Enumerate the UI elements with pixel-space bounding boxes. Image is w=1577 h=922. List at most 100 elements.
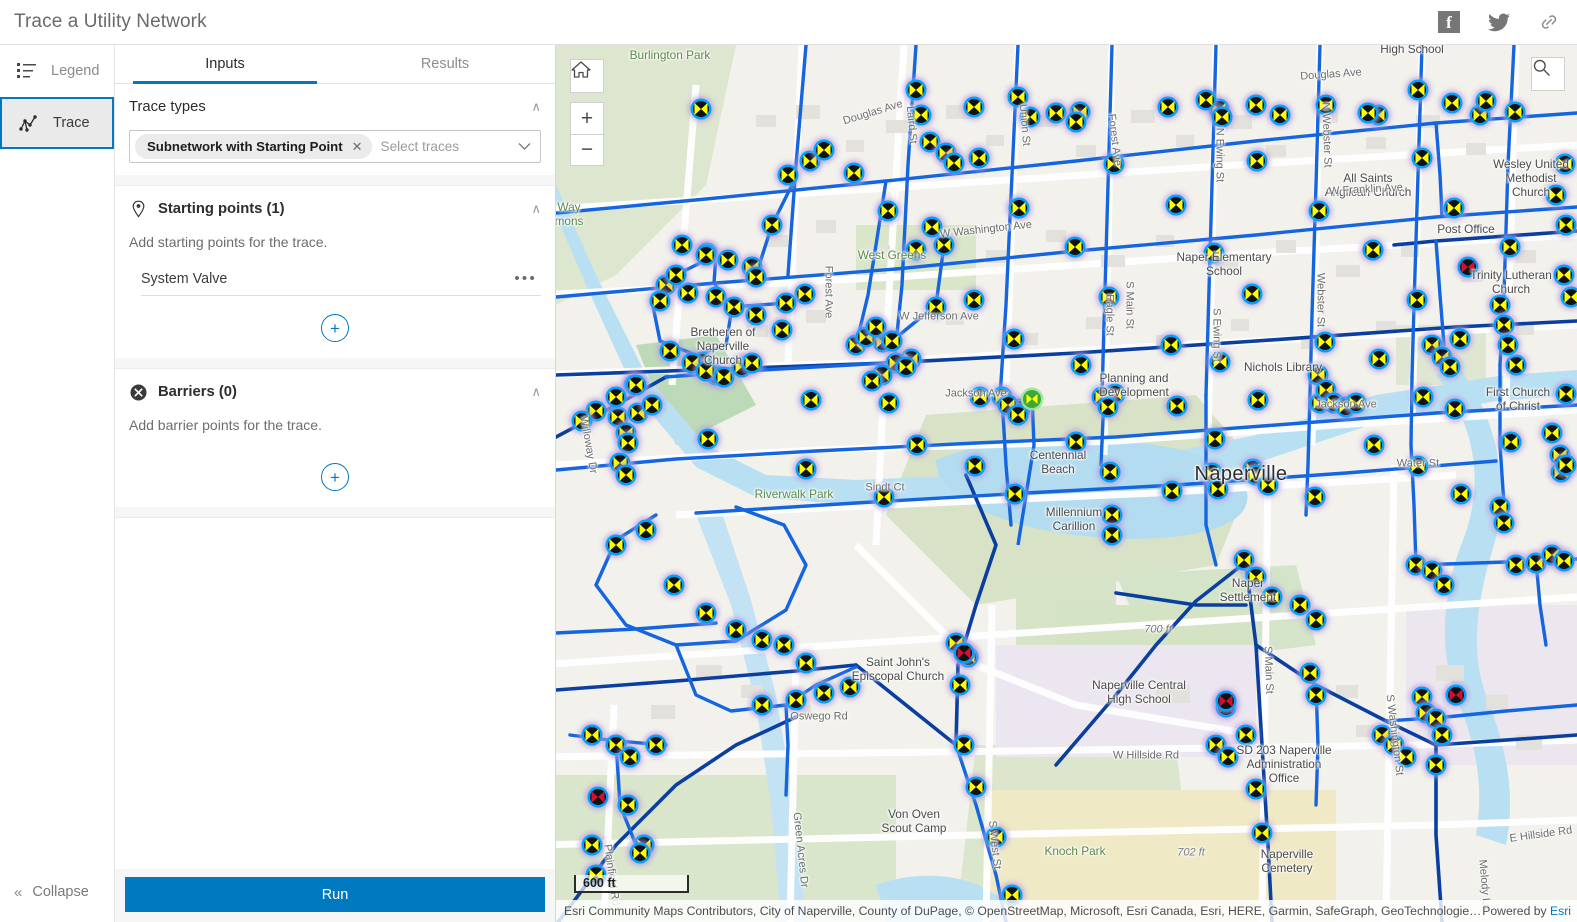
trace-types-header[interactable]: Trace types ∧ <box>129 84 541 130</box>
add-starting-point-button[interactable]: + <box>321 314 349 342</box>
valve-open-marker[interactable] <box>693 242 719 268</box>
more-options-icon[interactable]: ••• <box>514 270 537 287</box>
valve-open-marker[interactable] <box>1159 478 1185 504</box>
valve-open-marker[interactable] <box>743 264 769 290</box>
valve-open-marker[interactable] <box>1243 92 1269 118</box>
valve-open-marker[interactable] <box>1539 420 1565 446</box>
valve-open-marker[interactable] <box>983 824 1009 850</box>
valve-open-marker[interactable] <box>1063 109 1089 135</box>
valve-open-marker[interactable] <box>1553 381 1577 407</box>
valve-open-marker[interactable] <box>1497 234 1523 260</box>
valve-open-marker[interactable] <box>1063 429 1089 455</box>
valve-open-marker[interactable] <box>893 354 919 380</box>
valve-open-marker[interactable] <box>923 294 949 320</box>
valve-open-marker[interactable] <box>1017 104 1043 130</box>
valve-open-marker[interactable] <box>1205 476 1231 502</box>
valve-open-marker[interactable] <box>1360 237 1386 263</box>
valve-open-marker[interactable] <box>903 77 929 103</box>
valve-open-marker[interactable] <box>1491 510 1517 536</box>
valve-open-marker[interactable] <box>1495 332 1521 358</box>
tab-inputs[interactable]: Inputs <box>115 45 335 84</box>
valve-open-marker[interactable] <box>908 102 934 128</box>
facebook-icon[interactable]: f <box>1437 10 1461 34</box>
valve-open-marker[interactable] <box>919 214 945 240</box>
valve-open-marker[interactable] <box>1306 198 1332 224</box>
valve-open-marker[interactable] <box>627 840 653 866</box>
valve-open-marker[interactable] <box>961 94 987 120</box>
valve-open-marker[interactable] <box>1164 393 1190 419</box>
valve-open-marker[interactable] <box>603 532 629 558</box>
valve-open-marker[interactable] <box>962 453 988 479</box>
valve-open-marker[interactable] <box>693 600 719 626</box>
esri-link[interactable]: Esri <box>1550 904 1571 918</box>
valve-open-marker[interactable] <box>633 517 659 543</box>
valve-open-marker[interactable] <box>1441 195 1467 221</box>
valve-open-marker[interactable] <box>1361 432 1387 458</box>
trace-types-select[interactable]: Subnetwork with Starting Point ✕ Select … <box>129 130 541 163</box>
valve-open-marker[interactable] <box>663 262 689 288</box>
valve-open-marker[interactable] <box>1423 752 1449 778</box>
valve-open-marker[interactable] <box>1001 326 1027 352</box>
valve-open-marker[interactable] <box>1343 390 1369 416</box>
valve-open-marker[interactable] <box>661 572 687 598</box>
valve-open-marker[interactable] <box>875 198 901 224</box>
valve-open-marker[interactable] <box>775 162 801 188</box>
valve-open-marker[interactable] <box>1439 90 1465 116</box>
valve-open-marker[interactable] <box>1101 151 1127 177</box>
valve-open-marker[interactable] <box>1096 284 1122 310</box>
valve-open-marker[interactable] <box>1239 281 1265 307</box>
valve-open-marker[interactable] <box>1097 459 1123 485</box>
valve-open-marker[interactable] <box>904 432 930 458</box>
valve-open-marker[interactable] <box>1062 234 1088 260</box>
valve-open-marker[interactable] <box>1155 94 1181 120</box>
twitter-icon[interactable] <box>1487 10 1511 34</box>
valve-open-marker[interactable] <box>1313 92 1339 118</box>
valve-open-marker[interactable] <box>1249 820 1275 846</box>
valve-open-marker[interactable] <box>1303 682 1329 708</box>
valve-open-marker[interactable] <box>1558 284 1577 310</box>
valve-open-marker[interactable] <box>811 680 837 706</box>
valve-open-marker[interactable] <box>1215 744 1241 770</box>
valve-open-marker[interactable] <box>1473 88 1499 114</box>
valve-open-marker[interactable] <box>1355 100 1381 126</box>
valve-open-marker[interactable] <box>1410 384 1436 410</box>
home-button[interactable] <box>570 59 604 93</box>
valve-open-marker[interactable] <box>643 732 669 758</box>
valve-open-marker[interactable] <box>1095 394 1121 420</box>
valve-open-marker[interactable] <box>967 384 993 410</box>
valve-open-marker[interactable] <box>569 408 595 434</box>
valve-open-marker[interactable] <box>1244 148 1270 174</box>
search-button[interactable] <box>1531 57 1565 91</box>
valve-open-marker[interactable] <box>1366 346 1392 372</box>
valve-open-marker[interactable] <box>1163 192 1189 218</box>
valve-open-marker[interactable] <box>1447 326 1473 352</box>
valve-open-marker[interactable] <box>773 290 799 316</box>
collapse-button[interactable]: « Collapse <box>0 862 115 922</box>
valve-open-marker[interactable] <box>1158 332 1184 358</box>
valve-closed-marker[interactable] <box>1455 254 1481 280</box>
valve-open-marker[interactable] <box>1498 429 1524 455</box>
valve-open-marker[interactable] <box>613 462 639 488</box>
valve-open-marker[interactable] <box>1553 212 1577 238</box>
valve-open-marker[interactable] <box>1099 522 1125 548</box>
valve-open-marker[interactable] <box>1243 776 1269 802</box>
valve-open-marker[interactable] <box>688 96 714 122</box>
valve-open-marker[interactable] <box>1209 104 1235 130</box>
valve-open-marker[interactable] <box>879 328 905 354</box>
tab-results[interactable]: Results <box>335 45 555 83</box>
valve-open-marker[interactable] <box>1002 481 1028 507</box>
valve-open-marker[interactable] <box>961 287 987 313</box>
valve-open-marker[interactable] <box>793 456 819 482</box>
add-barrier-button[interactable]: + <box>321 463 349 491</box>
valve-open-marker[interactable] <box>1404 287 1430 313</box>
valve-open-marker[interactable] <box>1255 472 1281 498</box>
starting-point-marker[interactable] <box>1020 387 1044 411</box>
valve-open-marker[interactable] <box>715 247 741 273</box>
barriers-header[interactable]: Barriers (0) ∧ <box>129 369 541 415</box>
valve-open-marker[interactable] <box>1303 607 1329 633</box>
valve-open-marker[interactable] <box>647 288 673 314</box>
valve-open-marker[interactable] <box>1297 660 1323 686</box>
valve-open-marker[interactable] <box>1552 151 1577 177</box>
valve-open-marker[interactable] <box>903 237 929 263</box>
valve-open-marker[interactable] <box>1202 426 1228 452</box>
